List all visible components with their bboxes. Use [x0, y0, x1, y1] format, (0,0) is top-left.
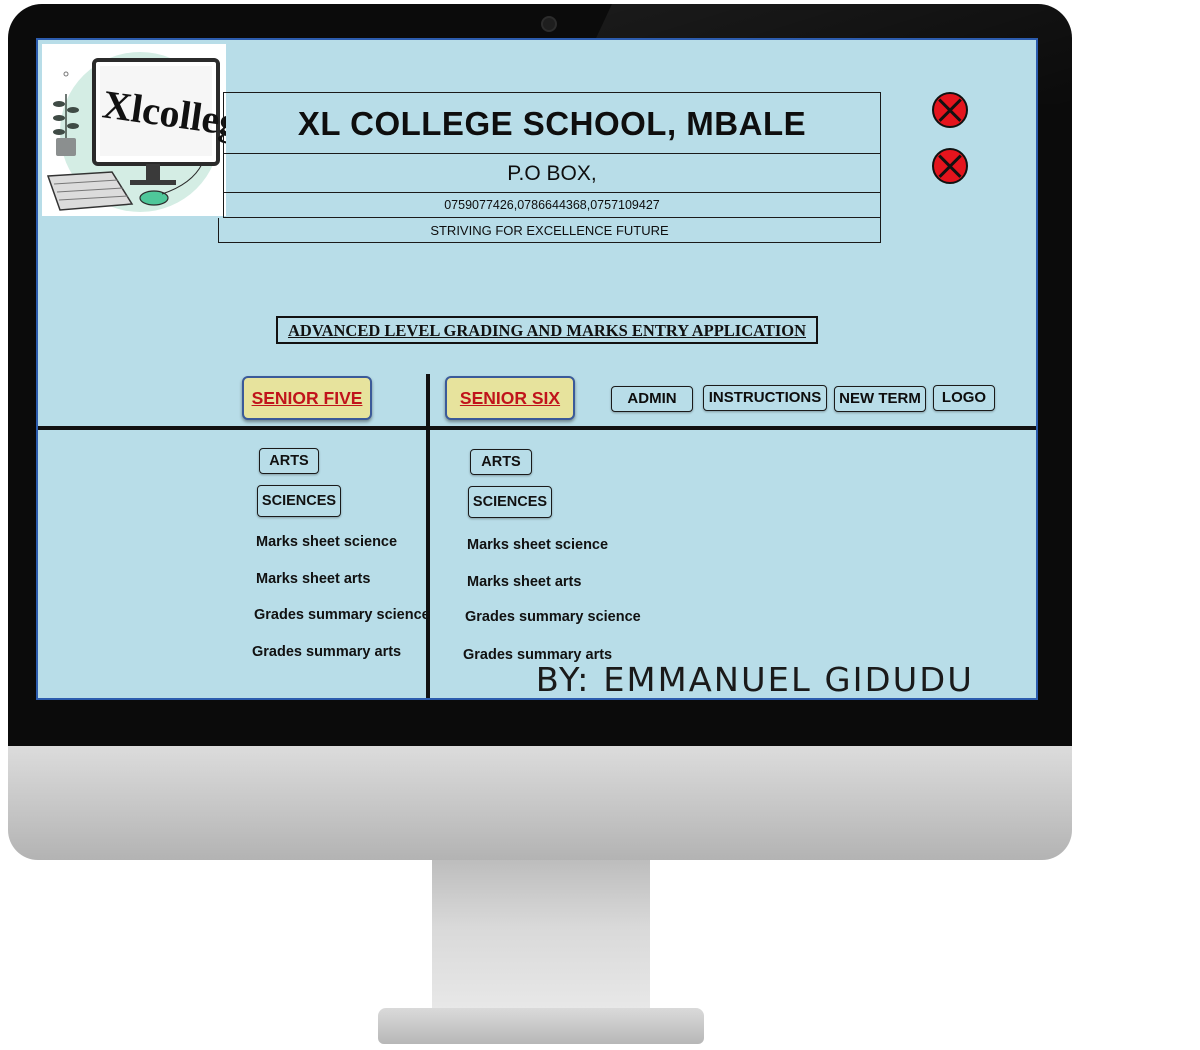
school-header: XL COLLEGE SCHOOL, MBALE P.O BOX, 075907… — [218, 92, 881, 243]
app-title: ADVANCED LEVEL GRADING AND MARKS ENTRY A… — [276, 316, 818, 344]
s5-marks-sheet-arts-link[interactable]: Marks sheet arts — [256, 571, 370, 587]
instructions-button[interactable]: INSTRUCTIONS — [703, 385, 827, 411]
column-divider — [426, 374, 430, 698]
school-phones: 0759077426,0786644368,0757109427 — [223, 193, 881, 218]
s5-grades-summary-arts-link[interactable]: Grades summary arts — [252, 644, 401, 660]
s6-grades-summary-science-link[interactable]: Grades summary science — [465, 609, 641, 625]
logo-button[interactable]: LOGO — [933, 385, 995, 411]
s5-sciences-button[interactable]: SCIENCES — [257, 485, 341, 517]
s6-marks-sheet-science-link[interactable]: Marks sheet science — [467, 537, 608, 553]
new-term-button[interactable]: NEW TERM — [834, 386, 926, 412]
s5-arts-button[interactable]: ARTS — [259, 448, 319, 474]
computer-illustration-icon: Xlcollege — [46, 52, 226, 212]
school-name: XL COLLEGE SCHOOL, MBALE — [223, 92, 881, 154]
school-logo: Xlcollege — [42, 44, 226, 216]
monitor-base — [378, 1008, 704, 1044]
school-motto: STRIVING FOR EXCELLENCE FUTURE — [218, 218, 881, 243]
s5-grades-summary-science-link[interactable]: Grades summary science — [254, 607, 430, 623]
s5-marks-sheet-science-link[interactable]: Marks sheet science — [256, 534, 397, 550]
admin-button[interactable]: ADMIN — [611, 386, 693, 412]
monitor-stand — [432, 860, 650, 1010]
s6-arts-button[interactable]: ARTS — [470, 449, 532, 475]
camera-icon — [541, 16, 557, 32]
row-divider — [38, 426, 1036, 430]
close-icon[interactable] — [932, 148, 968, 184]
monitor-chin — [8, 746, 1072, 860]
app-screen: Xlcollege XL COLLEGE SCHOOL, MBALE P.O B… — [36, 38, 1038, 700]
school-address: P.O BOX, — [223, 154, 881, 193]
s6-sciences-button[interactable]: SCIENCES — [468, 486, 552, 518]
author-byline: BY: EMMANUEL GIDUDU — [535, 660, 974, 699]
senior-six-button[interactable]: SENIOR SIX — [445, 376, 575, 420]
close-icon[interactable] — [932, 92, 968, 128]
s6-marks-sheet-arts-link[interactable]: Marks sheet arts — [467, 574, 581, 590]
senior-five-button[interactable]: SENIOR FIVE — [242, 376, 372, 420]
